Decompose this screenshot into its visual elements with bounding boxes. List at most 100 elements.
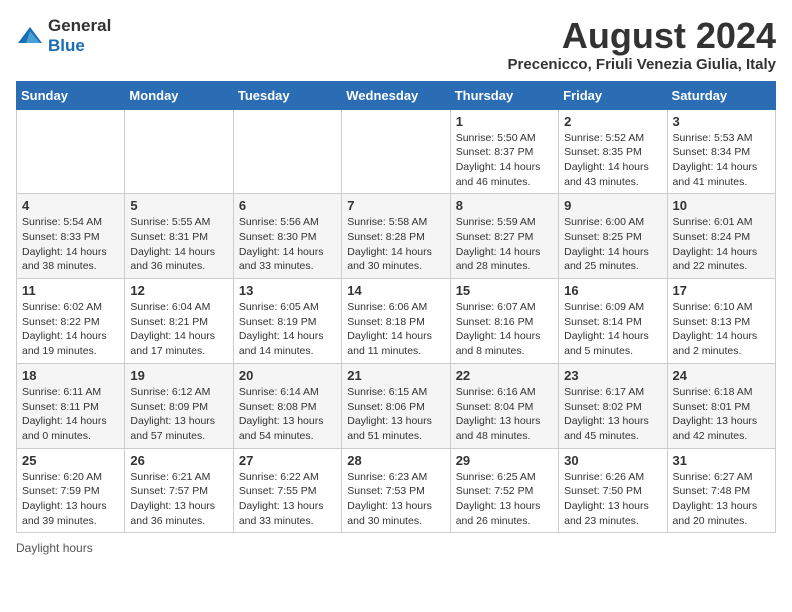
calendar-cell: 13 Sunrise: 6:05 AM Sunset: 8:19 PM Dayli… [233, 279, 341, 364]
day-info: Sunrise: 6:17 AM Sunset: 8:02 PM Dayligh… [564, 385, 661, 444]
weekday-header-row: SundayMondayTuesdayWednesdayThursdayFrid… [17, 81, 776, 109]
calendar-week-row: 25Sunrise: 6:20 AM Sunset: 7:59 PM Dayli… [17, 448, 776, 533]
day-number: 20 [239, 368, 336, 383]
calendar-cell: 26 Sunrise: 6:21 AM Sunset: 7:57 PM Dayli… [125, 448, 233, 533]
logo-icon [16, 25, 44, 47]
day-info: Sunrise: 6:01 AM Sunset: 8:24 PM Dayligh… [673, 215, 770, 274]
day-number: 6 [239, 198, 336, 213]
calendar-cell: 6 Sunrise: 5:56 AM Sunset: 8:30 PM Daylig… [233, 194, 341, 279]
day-number: 22 [456, 368, 553, 383]
calendar-cell: 14 Sunrise: 6:06 AM Sunset: 8:18 PM Dayli… [342, 279, 450, 364]
day-info: Sunrise: 6:16 AM Sunset: 8:04 PM Dayligh… [456, 385, 553, 444]
day-info: Sunrise: 6:10 AM Sunset: 8:13 PM Dayligh… [673, 300, 770, 359]
logo-general: General [48, 16, 111, 35]
weekday-header: Tuesday [233, 81, 341, 109]
calendar-cell [233, 109, 341, 194]
day-number: 10 [673, 198, 770, 213]
calendar-week-row: 1 Sunrise: 5:50 AM Sunset: 8:37 PM Daylig… [17, 109, 776, 194]
day-number: 14 [347, 283, 444, 298]
calendar-cell: 11Sunrise: 6:02 AM Sunset: 8:22 PM Dayli… [17, 279, 125, 364]
day-number: 15 [456, 283, 553, 298]
calendar-cell: 1 Sunrise: 5:50 AM Sunset: 8:37 PM Daylig… [450, 109, 558, 194]
day-info: Sunrise: 6:18 AM Sunset: 8:01 PM Dayligh… [673, 385, 770, 444]
calendar-cell [17, 109, 125, 194]
day-number: 3 [673, 114, 770, 129]
calendar-cell: 8 Sunrise: 5:59 AM Sunset: 8:27 PM Daylig… [450, 194, 558, 279]
day-number: 25 [22, 453, 119, 468]
calendar-cell: 27Sunrise: 6:22 AM Sunset: 7:55 PM Dayli… [233, 448, 341, 533]
calendar-cell: 29 Sunrise: 6:25 AM Sunset: 7:52 PM Dayli… [450, 448, 558, 533]
day-number: 17 [673, 283, 770, 298]
day-info: Sunrise: 6:21 AM Sunset: 7:57 PM Dayligh… [130, 470, 227, 529]
day-info: Sunrise: 5:56 AM Sunset: 8:30 PM Dayligh… [239, 215, 336, 274]
weekday-header: Monday [125, 81, 233, 109]
day-info: Sunrise: 6:09 AM Sunset: 8:14 PM Dayligh… [564, 300, 661, 359]
calendar-cell: 10 Sunrise: 6:01 AM Sunset: 8:24 PM Dayli… [667, 194, 775, 279]
calendar-cell: 4 Sunrise: 5:54 AM Sunset: 8:33 PM Daylig… [17, 194, 125, 279]
logo: General Blue [16, 16, 111, 56]
daylight-label: Daylight hours [16, 541, 93, 555]
footer-note: Daylight hours [16, 541, 776, 555]
weekday-header: Saturday [667, 81, 775, 109]
day-info: Sunrise: 6:23 AM Sunset: 7:53 PM Dayligh… [347, 470, 444, 529]
weekday-header: Friday [559, 81, 667, 109]
day-info: Sunrise: 5:59 AM Sunset: 8:27 PM Dayligh… [456, 215, 553, 274]
day-info: Sunrise: 6:07 AM Sunset: 8:16 PM Dayligh… [456, 300, 553, 359]
calendar-cell: 22 Sunrise: 6:16 AM Sunset: 8:04 PM Dayli… [450, 363, 558, 448]
calendar-cell: 12 Sunrise: 6:04 AM Sunset: 8:21 PM Dayli… [125, 279, 233, 364]
day-number: 21 [347, 368, 444, 383]
calendar-cell: 15 Sunrise: 6:07 AM Sunset: 8:16 PM Dayli… [450, 279, 558, 364]
day-info: Sunrise: 6:06 AM Sunset: 8:18 PM Dayligh… [347, 300, 444, 359]
day-info: Sunrise: 6:14 AM Sunset: 8:08 PM Dayligh… [239, 385, 336, 444]
calendar-cell: 3 Sunrise: 5:53 AM Sunset: 8:34 PM Daylig… [667, 109, 775, 194]
calendar-cell: 2 Sunrise: 5:52 AM Sunset: 8:35 PM Daylig… [559, 109, 667, 194]
day-info: Sunrise: 6:04 AM Sunset: 8:21 PM Dayligh… [130, 300, 227, 359]
day-number: 13 [239, 283, 336, 298]
day-info: Sunrise: 6:15 AM Sunset: 8:06 PM Dayligh… [347, 385, 444, 444]
calendar-cell: 19Sunrise: 6:12 AM Sunset: 8:09 PM Dayli… [125, 363, 233, 448]
day-info: Sunrise: 5:52 AM Sunset: 8:35 PM Dayligh… [564, 131, 661, 190]
day-number: 5 [130, 198, 227, 213]
calendar-cell: 24 Sunrise: 6:18 AM Sunset: 8:01 PM Dayli… [667, 363, 775, 448]
weekday-header: Thursday [450, 81, 558, 109]
calendar: SundayMondayTuesdayWednesdayThursdayFrid… [16, 81, 776, 534]
calendar-cell: 31Sunrise: 6:27 AM Sunset: 7:48 PM Dayli… [667, 448, 775, 533]
day-number: 12 [130, 283, 227, 298]
day-info: Sunrise: 6:05 AM Sunset: 8:19 PM Dayligh… [239, 300, 336, 359]
day-info: Sunrise: 6:26 AM Sunset: 7:50 PM Dayligh… [564, 470, 661, 529]
calendar-cell [342, 109, 450, 194]
day-number: 29 [456, 453, 553, 468]
logo-blue: Blue [48, 36, 85, 55]
calendar-cell: 23Sunrise: 6:17 AM Sunset: 8:02 PM Dayli… [559, 363, 667, 448]
day-number: 18 [22, 368, 119, 383]
day-number: 1 [456, 114, 553, 129]
day-info: Sunrise: 6:25 AM Sunset: 7:52 PM Dayligh… [456, 470, 553, 529]
day-info: Sunrise: 5:55 AM Sunset: 8:31 PM Dayligh… [130, 215, 227, 274]
day-number: 7 [347, 198, 444, 213]
calendar-cell: 25Sunrise: 6:20 AM Sunset: 7:59 PM Dayli… [17, 448, 125, 533]
calendar-cell: 16Sunrise: 6:09 AM Sunset: 8:14 PM Dayli… [559, 279, 667, 364]
day-number: 19 [130, 368, 227, 383]
day-info: Sunrise: 5:54 AM Sunset: 8:33 PM Dayligh… [22, 215, 119, 274]
day-number: 8 [456, 198, 553, 213]
calendar-cell: 17 Sunrise: 6:10 AM Sunset: 8:13 PM Dayli… [667, 279, 775, 364]
calendar-cell: 21 Sunrise: 6:15 AM Sunset: 8:06 PM Dayli… [342, 363, 450, 448]
day-number: 24 [673, 368, 770, 383]
calendar-cell: 18 Sunrise: 6:11 AM Sunset: 8:11 PM Dayli… [17, 363, 125, 448]
day-info: Sunrise: 5:53 AM Sunset: 8:34 PM Dayligh… [673, 131, 770, 190]
calendar-week-row: 11Sunrise: 6:02 AM Sunset: 8:22 PM Dayli… [17, 279, 776, 364]
day-number: 9 [564, 198, 661, 213]
day-number: 26 [130, 453, 227, 468]
calendar-cell [125, 109, 233, 194]
day-info: Sunrise: 6:11 AM Sunset: 8:11 PM Dayligh… [22, 385, 119, 444]
calendar-cell: 5 Sunrise: 5:55 AM Sunset: 8:31 PM Daylig… [125, 194, 233, 279]
day-info: Sunrise: 5:50 AM Sunset: 8:37 PM Dayligh… [456, 131, 553, 190]
calendar-cell: 28 Sunrise: 6:23 AM Sunset: 7:53 PM Dayli… [342, 448, 450, 533]
day-number: 2 [564, 114, 661, 129]
calendar-cell: 7Sunrise: 5:58 AM Sunset: 8:28 PM Daylig… [342, 194, 450, 279]
calendar-week-row: 4 Sunrise: 5:54 AM Sunset: 8:33 PM Daylig… [17, 194, 776, 279]
day-number: 28 [347, 453, 444, 468]
day-number: 4 [22, 198, 119, 213]
day-number: 27 [239, 453, 336, 468]
weekday-header: Wednesday [342, 81, 450, 109]
